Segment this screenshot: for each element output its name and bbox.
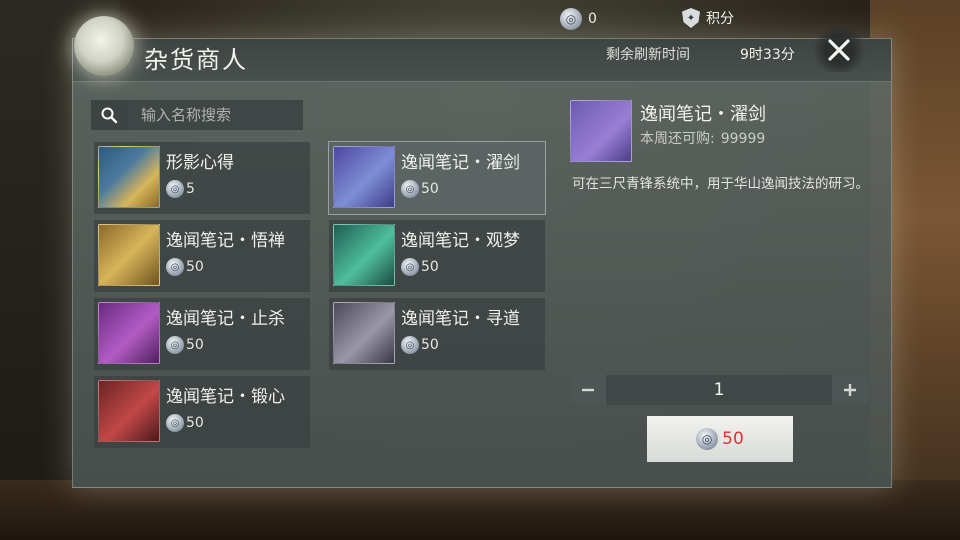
shop-item-zhisha[interactable]: 逸闻笔记・止杀 ◎ 50 bbox=[94, 298, 310, 370]
search-input[interactable] bbox=[139, 105, 303, 125]
coin-icon: ◎ bbox=[166, 414, 184, 432]
coin-icon: ◎ bbox=[696, 428, 719, 450]
shop-item-guanmeng[interactable]: 逸闻笔记・观梦 ◎ 50 bbox=[329, 220, 545, 292]
shop-item-wuchan[interactable]: 逸闻笔记・悟禅 ◎ 50 bbox=[94, 220, 310, 292]
points-display[interactable]: ✦ 积分 bbox=[682, 8, 734, 28]
minus-icon bbox=[582, 388, 594, 392]
search-button[interactable] bbox=[91, 100, 127, 130]
increase-quantity-button[interactable] bbox=[832, 375, 868, 405]
quantity-stepper: 1 bbox=[570, 375, 868, 405]
coin-icon: ◎ bbox=[401, 336, 419, 354]
coin-icon: ◎ bbox=[560, 8, 582, 30]
currency-count: 0 bbox=[588, 11, 597, 27]
currency-display: ◎ 0 bbox=[560, 8, 597, 30]
item-name: 形影心得 bbox=[166, 153, 234, 173]
shop-item-duanxin[interactable]: 逸闻笔记・锻心 ◎ 50 bbox=[94, 376, 310, 448]
buy-price: 50 bbox=[722, 429, 744, 449]
item-price: ◎ 50 bbox=[401, 258, 439, 276]
refresh-time-label: 剩余刷新时间 bbox=[606, 47, 690, 63]
grey-book-icon bbox=[333, 302, 395, 364]
shop-item-xingying[interactable]: 形影心得 ◎ 5 bbox=[94, 142, 310, 214]
blue-book-icon bbox=[333, 146, 395, 208]
item-price: ◎ 50 bbox=[166, 414, 204, 432]
item-name: 逸闻笔记・悟禅 bbox=[166, 231, 285, 251]
coin-icon: ◎ bbox=[401, 180, 419, 198]
item-name: 逸闻笔记・濯剑 bbox=[401, 153, 520, 173]
item-name: 逸闻笔记・锻心 bbox=[166, 387, 285, 407]
search-icon bbox=[101, 107, 118, 124]
close-button[interactable] bbox=[812, 28, 866, 72]
search-bar bbox=[91, 100, 303, 130]
purple-book-icon bbox=[98, 302, 160, 364]
shop-item-zhuojian[interactable]: 逸闻笔记・濯剑 ◎ 50 bbox=[328, 141, 546, 215]
points-shield-icon: ✦ bbox=[682, 8, 700, 28]
weekly-limit-value: 99999 bbox=[720, 131, 766, 147]
item-name: 逸闻笔记・止杀 bbox=[166, 309, 285, 329]
item-price: ◎ 50 bbox=[401, 336, 439, 354]
green-book-icon bbox=[333, 224, 395, 286]
plus-icon bbox=[844, 384, 856, 396]
quantity-value[interactable]: 1 bbox=[606, 375, 832, 405]
points-label: 积分 bbox=[706, 11, 734, 27]
detail-description: 可在三尺青锋系统中，用于华山逸闻技法的研习。 bbox=[572, 176, 869, 192]
close-icon bbox=[828, 39, 850, 61]
shop-item-xundao[interactable]: 逸闻笔记・寻道 ◎ 50 bbox=[329, 298, 545, 370]
coin-icon: ◎ bbox=[166, 180, 184, 198]
detail-blue-book-icon bbox=[570, 100, 632, 162]
yellow-scroll-icon bbox=[98, 146, 160, 208]
item-name: 逸闻笔记・观梦 bbox=[401, 231, 520, 251]
buy-button[interactable]: ◎ 50 bbox=[647, 416, 793, 462]
item-price: ◎ 50 bbox=[166, 258, 204, 276]
item-price: ◎ 50 bbox=[166, 336, 204, 354]
red-book-icon bbox=[98, 380, 160, 442]
coin-icon: ◎ bbox=[401, 258, 419, 276]
shop-title: 杂货商人 bbox=[144, 46, 248, 74]
moon-emblem-icon bbox=[74, 16, 134, 76]
coin-icon: ◎ bbox=[166, 258, 184, 276]
weekly-limit: 本周还可购: 99999 bbox=[640, 128, 765, 148]
item-price: ◎ 50 bbox=[401, 180, 439, 198]
decrease-quantity-button[interactable] bbox=[570, 375, 606, 405]
refresh-time-value: 9时33分 bbox=[740, 47, 795, 63]
coin-icon: ◎ bbox=[166, 336, 184, 354]
item-price: ◎ 5 bbox=[166, 180, 195, 198]
gold-book-icon bbox=[98, 224, 160, 286]
weekly-limit-label: 本周还可购: bbox=[640, 131, 715, 147]
item-name: 逸闻笔记・寻道 bbox=[401, 309, 520, 329]
detail-item-name: 逸闻笔记・濯剑 bbox=[640, 104, 766, 125]
background-floor bbox=[0, 480, 960, 540]
